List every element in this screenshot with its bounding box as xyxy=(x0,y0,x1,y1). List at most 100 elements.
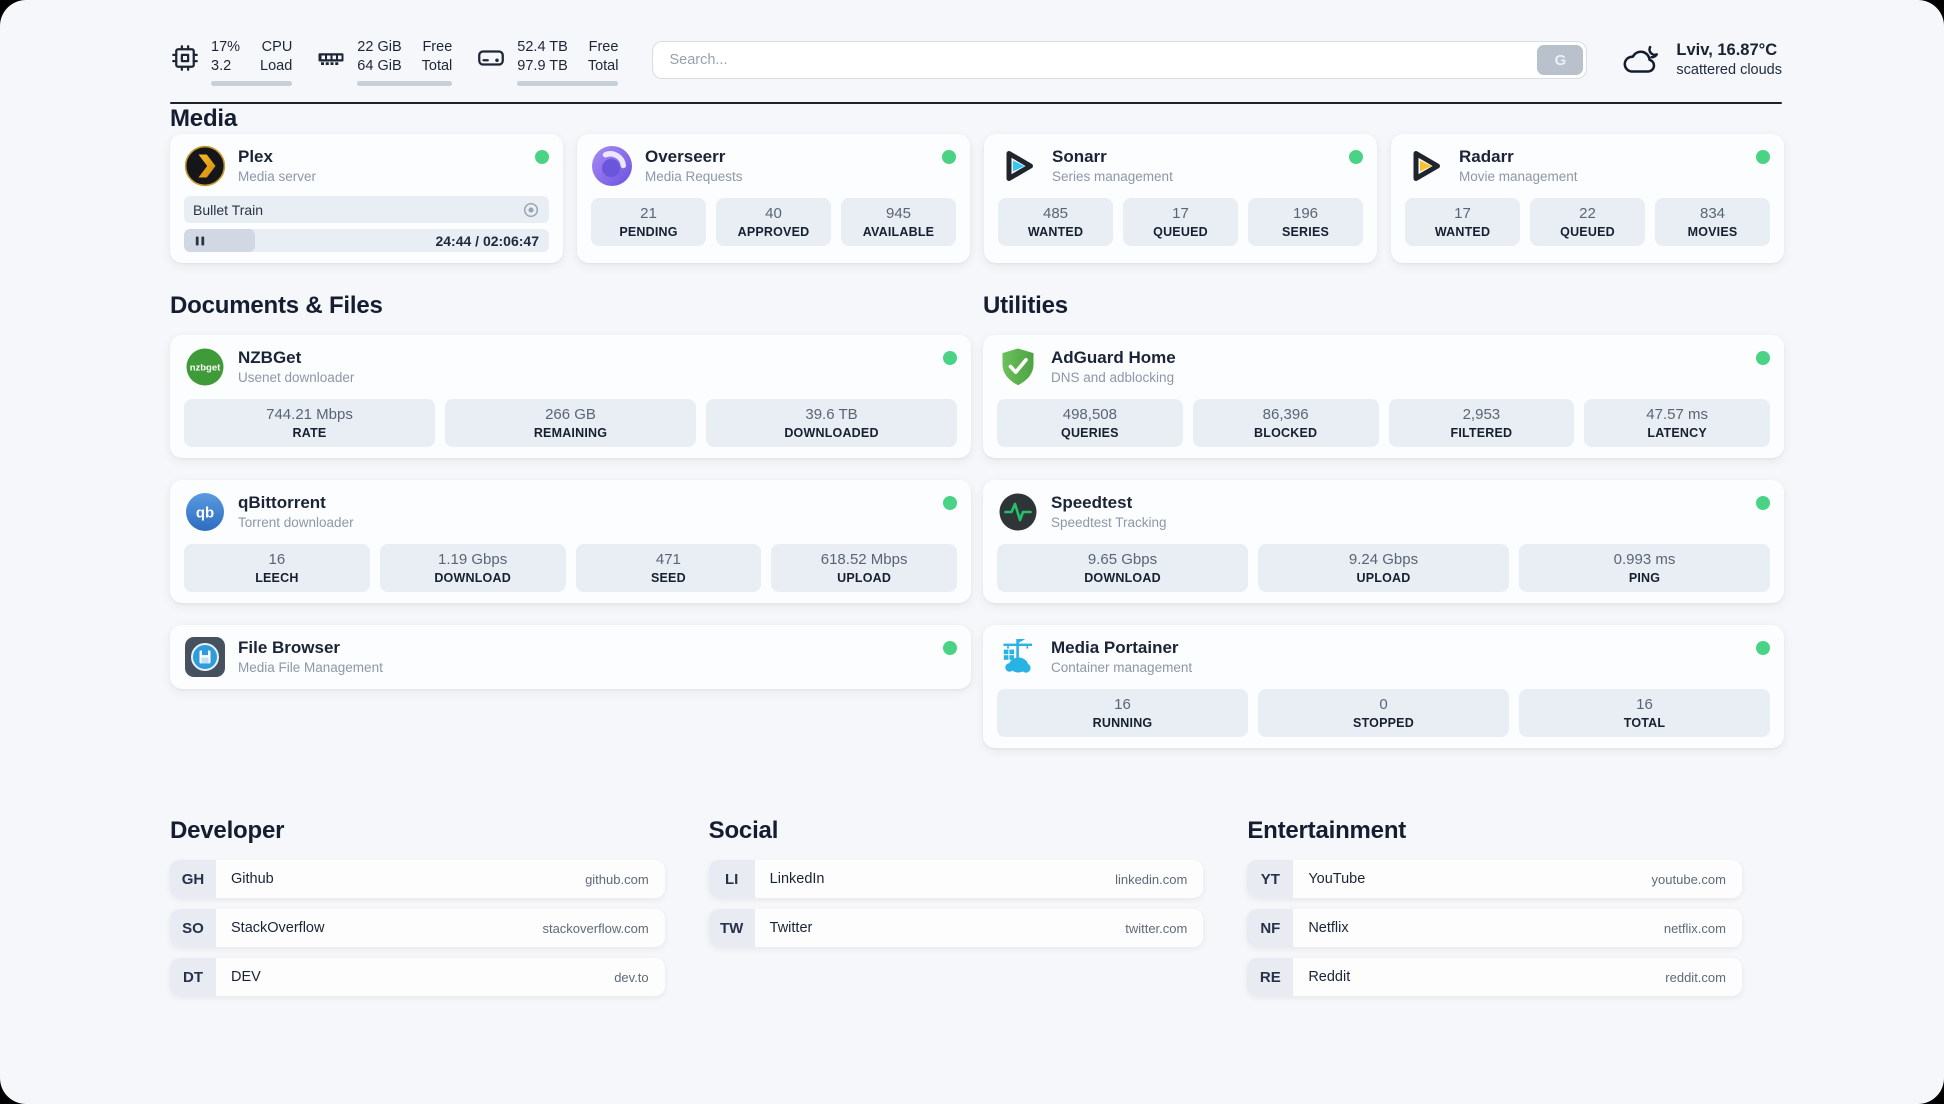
app-card-nzbget[interactable]: nzbget NZBGet Usenet downloader 744.21 M… xyxy=(170,335,971,458)
bookmark-url: github.com xyxy=(585,871,649,887)
disk-icon xyxy=(478,50,505,66)
stat-wanted: 485 WANTED xyxy=(998,198,1113,246)
status-dot xyxy=(1349,150,1363,164)
bookmark-github[interactable]: GH Github github.com xyxy=(170,860,665,898)
bookmark-abbr: DT xyxy=(170,958,216,996)
stat-seed: 471 SEED xyxy=(575,544,762,592)
disk-free-value: 52.4 TB xyxy=(517,39,568,55)
search-engine-button[interactable]: G xyxy=(1537,45,1584,75)
section-title-documents: Documents & Files xyxy=(170,292,383,319)
stat-available: 945 AVAILABLE xyxy=(841,198,956,246)
overseerr-icon xyxy=(592,146,632,186)
dashboard: 17% CPU 3.2 Load 22 GiB Free 64 GiB Tota… xyxy=(0,0,1944,1104)
status-dot xyxy=(1756,150,1770,164)
bookmark-name: Twitter xyxy=(769,920,813,936)
qbittorrent-icon: qb xyxy=(186,493,224,531)
bookmark-group-entertainment: Entertainment YT YouTube youtube.com NF … xyxy=(1247,816,1742,1007)
record-icon[interactable] xyxy=(522,201,540,219)
bookmark-dev[interactable]: DT DEV dev.to xyxy=(170,958,665,996)
stat-upload: 618.52 Mbps UPLOAD xyxy=(771,544,957,592)
bookmark-url: twitter.com xyxy=(1125,920,1188,936)
stat-row: 16 RUNNING 0 STOPPED 16 TOTAL xyxy=(997,689,1770,737)
status-dot xyxy=(535,150,549,164)
bookmark-netflix[interactable]: NF Netflix netflix.com xyxy=(1247,909,1742,947)
ram-total-value: 64 GiB xyxy=(357,58,402,74)
app-card-adguard[interactable]: AdGuard Home DNS and adblocking 498,508 Q… xyxy=(983,335,1784,458)
app-subtitle: DNS and adblocking xyxy=(1051,370,1175,385)
ram-icon xyxy=(318,53,344,65)
plex-icon xyxy=(184,145,226,187)
stat-stopped: 0 STOPPED xyxy=(1258,689,1509,737)
pause-icon[interactable] xyxy=(193,234,207,248)
app-subtitle: Media File Management xyxy=(238,660,383,675)
bookmark-name: StackOverflow xyxy=(231,920,325,936)
ram-progress-bar xyxy=(357,81,453,86)
app-card-plex[interactable]: Plex Media server Bullet Train 24:44 / 0… xyxy=(170,134,563,263)
bookmark-youtube[interactable]: YT YouTube youtube.com xyxy=(1247,860,1742,898)
radarr-icon xyxy=(1413,151,1440,181)
weather-location-temp: Lviv, 16.87°C xyxy=(1676,41,1778,59)
bookmark-group-developer: Developer GH Github github.com SO StackO… xyxy=(170,816,665,1007)
svg-text:qb: qb xyxy=(196,505,214,522)
bookmark-url: linkedin.com xyxy=(1115,871,1188,887)
bookmark-reddit[interactable]: RE Reddit reddit.com xyxy=(1247,958,1742,996)
section-title-utilities: Utilities xyxy=(983,292,1068,319)
app-card-portainer[interactable]: Media Portainer Container management 16 R… xyxy=(983,625,1784,748)
app-subtitle: Movie management xyxy=(1459,169,1578,184)
app-card-speedtest[interactable]: Speedtest Speedtest Tracking 9.65 Gbps DO… xyxy=(983,480,1784,603)
stat-download: 9.65 Gbps DOWNLOAD xyxy=(997,544,1248,592)
disk-total-value: 97.9 TB xyxy=(517,58,568,74)
stat-leech: 16 LEECH xyxy=(184,544,370,592)
bookmark-abbr: TW xyxy=(708,909,755,947)
adguard-icon xyxy=(1002,348,1034,386)
app-subtitle: Media server xyxy=(238,169,317,184)
section-title-media: Media xyxy=(170,105,238,132)
stat-row: 16 LEECH 1.19 Gbps DOWNLOAD 471 SEED 618.52… xyxy=(184,544,957,592)
stat-row: 9.65 Gbps DOWNLOAD 9.24 Gbps UPLOAD 0.993 … xyxy=(997,544,1770,592)
stat-wanted: 17 WANTED xyxy=(1405,198,1520,246)
bookmark-abbr: GH xyxy=(170,860,216,898)
app-subtitle: Speedtest Tracking xyxy=(1051,515,1167,530)
app-card-filebrowser[interactable]: File Browser Media File Management xyxy=(170,625,971,689)
stat-upload: 9.24 Gbps UPLOAD xyxy=(1258,544,1509,592)
bookmark-twitter[interactable]: TW Twitter twitter.com xyxy=(708,909,1204,947)
stat-total: 16 TOTAL xyxy=(1519,689,1770,737)
app-name: File Browser xyxy=(238,638,341,657)
app-card-sonarr[interactable]: Sonarr Series management 485 WANTED 17 QUE… xyxy=(984,134,1377,263)
app-card-radarr[interactable]: Radarr Movie management 17 WANTED 22 QUEUE… xyxy=(1391,134,1784,263)
stat-filtered: 2,953 FILTERED xyxy=(1388,399,1575,447)
documents-column: Documents & Files nzbget NZBGet Usenet d… xyxy=(170,291,971,770)
ram-total-label: Total xyxy=(421,58,453,74)
svg-text:nzbget: nzbget xyxy=(190,363,221,374)
cpu-load-label: Load xyxy=(260,58,293,74)
ram-free-label: Free xyxy=(422,39,453,55)
ram-widget: 22 GiB Free 64 GiB Total xyxy=(316,38,453,86)
stat-approved: 40 APPROVED xyxy=(716,198,831,246)
stat-row: 744.21 Mbps RATE 266 GB REMAINING 39.6 TB D… xyxy=(184,399,957,447)
app-name: NZBGet xyxy=(238,348,302,367)
status-dot xyxy=(943,641,957,655)
stat-downloaded: 39.6 TB DOWNLOADED xyxy=(706,399,957,447)
player-progress-row: 24:44 / 02:06:47 xyxy=(184,229,549,252)
stat-download: 1.19 Gbps DOWNLOAD xyxy=(379,544,566,592)
search-input[interactable] xyxy=(652,41,1588,79)
cpu-widget: 17% CPU 3.2 Load xyxy=(170,38,293,86)
bookmark-group-social: Social LI LinkedIn linkedin.com TW Twitt… xyxy=(708,816,1204,1007)
app-subtitle: Media Requests xyxy=(645,169,743,184)
app-card-overseerr[interactable]: Overseerr Media Requests 21 PENDING 40 APP… xyxy=(577,134,970,263)
stat-rate: 744.21 Mbps RATE xyxy=(184,399,435,447)
stat-running: 16 RUNNING xyxy=(997,689,1248,737)
app-name: Media Portainer xyxy=(1051,638,1179,657)
utilities-column: Utilities AdGuard Home DNS and adblockin… xyxy=(983,291,1784,770)
bookmark-linkedin[interactable]: LI LinkedIn linkedin.com xyxy=(708,860,1204,898)
bookmark-url: stackoverflow.com xyxy=(542,920,649,936)
bookmark-stackoverflow[interactable]: SO StackOverflow stackoverflow.com xyxy=(170,909,665,947)
app-name: Sonarr xyxy=(1052,147,1107,166)
app-subtitle: Series management xyxy=(1052,169,1173,184)
app-card-qbittorrent[interactable]: qb qBittorrent Torrent downloader 16 LEEC… xyxy=(170,480,971,603)
ram-free-value: 22 GiB xyxy=(357,39,402,55)
nzbget-icon: nzbget xyxy=(186,348,224,386)
bookmark-abbr: LI xyxy=(708,860,755,898)
bookmark-url: youtube.com xyxy=(1651,871,1726,887)
disk-free-label: Free xyxy=(588,39,619,55)
